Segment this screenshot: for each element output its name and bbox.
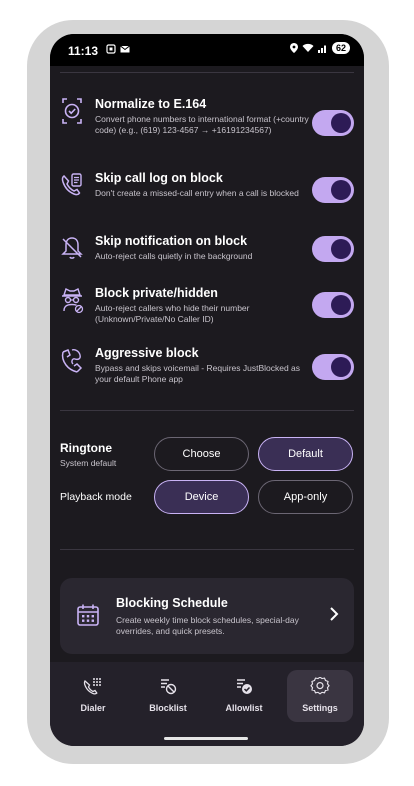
ringtone-current: System default xyxy=(60,458,117,468)
status-system-icons: 62 xyxy=(289,42,350,54)
device-playback-button[interactable]: Device xyxy=(154,480,249,514)
nav-label: Blocklist xyxy=(149,703,187,713)
nav-label: Dialer xyxy=(80,703,106,713)
toggle-row-normalize: Normalize to E.164 Convert phone numbers… xyxy=(60,97,354,157)
nav-dialer[interactable]: Dialer xyxy=(60,670,126,722)
divider xyxy=(60,549,354,550)
toggle-knob xyxy=(331,180,351,200)
toggle-row-skip-call-log: Skip call log on block Don't create a mi… xyxy=(60,171,354,217)
disconnect-icon xyxy=(61,349,83,373)
toggle-knob xyxy=(331,113,351,133)
toggle-description: Convert phone numbers to international f… xyxy=(95,114,309,135)
default-ringtone-button[interactable]: Default xyxy=(258,437,353,471)
toggle-knob xyxy=(331,357,351,377)
toggle-title: Skip notification on block xyxy=(95,234,248,248)
toggle-row-skip-notification: Skip notification on block Auto-reject c… xyxy=(60,234,354,270)
status-notification-icons xyxy=(106,44,130,54)
aggressive-block-toggle[interactable] xyxy=(312,354,354,380)
toggle-description: Don't create a missed-call entry when a … xyxy=(95,188,299,198)
toggle-title: Aggressive block xyxy=(95,346,199,360)
toggle-title: Skip call log on block xyxy=(95,171,223,185)
check-badge-icon xyxy=(62,98,82,124)
status-bar: 11:13 62 xyxy=(50,34,364,66)
blocklist-icon xyxy=(161,679,177,695)
blocking-schedule-card[interactable]: Blocking Schedule Create weekly time blo… xyxy=(60,578,354,654)
gear-icon xyxy=(310,677,330,695)
skip-call-log-toggle[interactable] xyxy=(312,177,354,203)
playback-mode-label: Playback mode xyxy=(60,491,132,503)
nav-label: Allowlist xyxy=(225,703,263,713)
allowlist-icon xyxy=(237,679,252,694)
nav-blocklist[interactable]: Blocklist xyxy=(135,670,201,722)
toggle-knob xyxy=(331,295,351,315)
block-private-toggle[interactable] xyxy=(312,292,354,318)
home-indicator[interactable] xyxy=(164,737,248,740)
toggle-knob xyxy=(331,239,351,259)
toggle-description: Auto-reject calls quietly in the backgro… xyxy=(95,251,253,261)
toggle-row-block-private: Block private/hidden Auto-reject callers… xyxy=(60,286,354,334)
app-only-playback-button[interactable]: App-only xyxy=(258,480,353,514)
divider xyxy=(60,72,354,73)
signal-icon xyxy=(317,45,326,53)
bottom-navigation: Dialer Blocklist Allowlist Settings xyxy=(50,662,364,746)
schedule-title: Blocking Schedule xyxy=(116,596,228,610)
toggle-title: Normalize to E.164 xyxy=(95,97,207,111)
toggle-description: Auto-reject callers who hide their numbe… xyxy=(95,303,250,324)
toggle-title: Block private/hidden xyxy=(95,286,218,300)
chevron-right-icon xyxy=(330,607,339,621)
ringtone-title: Ringtone xyxy=(60,441,112,455)
skip-notification-toggle[interactable] xyxy=(312,236,354,262)
mail-icon xyxy=(120,45,130,53)
battery-level: 62 xyxy=(331,42,350,54)
nav-allowlist[interactable]: Allowlist xyxy=(211,670,277,722)
wifi-icon xyxy=(302,43,314,52)
nav-label: Settings xyxy=(302,703,338,713)
toggle-description: Bypass and skips voicemail - Requires Ju… xyxy=(95,363,301,384)
divider xyxy=(60,410,354,411)
toggle-row-aggressive-block: Aggressive block Bypass and skips voicem… xyxy=(60,346,354,396)
screenshot-icon xyxy=(106,44,116,54)
choose-ringtone-button[interactable]: Choose xyxy=(154,437,249,471)
app-screen: 11:13 62 Normalize to E.164 Convert phon… xyxy=(50,34,364,746)
schedule-description: Create weekly time block schedules, spec… xyxy=(116,615,299,636)
bell-off-icon xyxy=(61,237,83,259)
location-icon xyxy=(289,43,298,53)
calendar-icon xyxy=(77,604,99,626)
spy-icon xyxy=(62,288,84,314)
phone-log-icon xyxy=(61,173,82,196)
normalize-toggle[interactable] xyxy=(312,110,354,136)
dialpad-icon xyxy=(83,678,101,695)
nav-settings[interactable]: Settings xyxy=(287,670,353,722)
status-time: 11:13 xyxy=(68,44,99,58)
